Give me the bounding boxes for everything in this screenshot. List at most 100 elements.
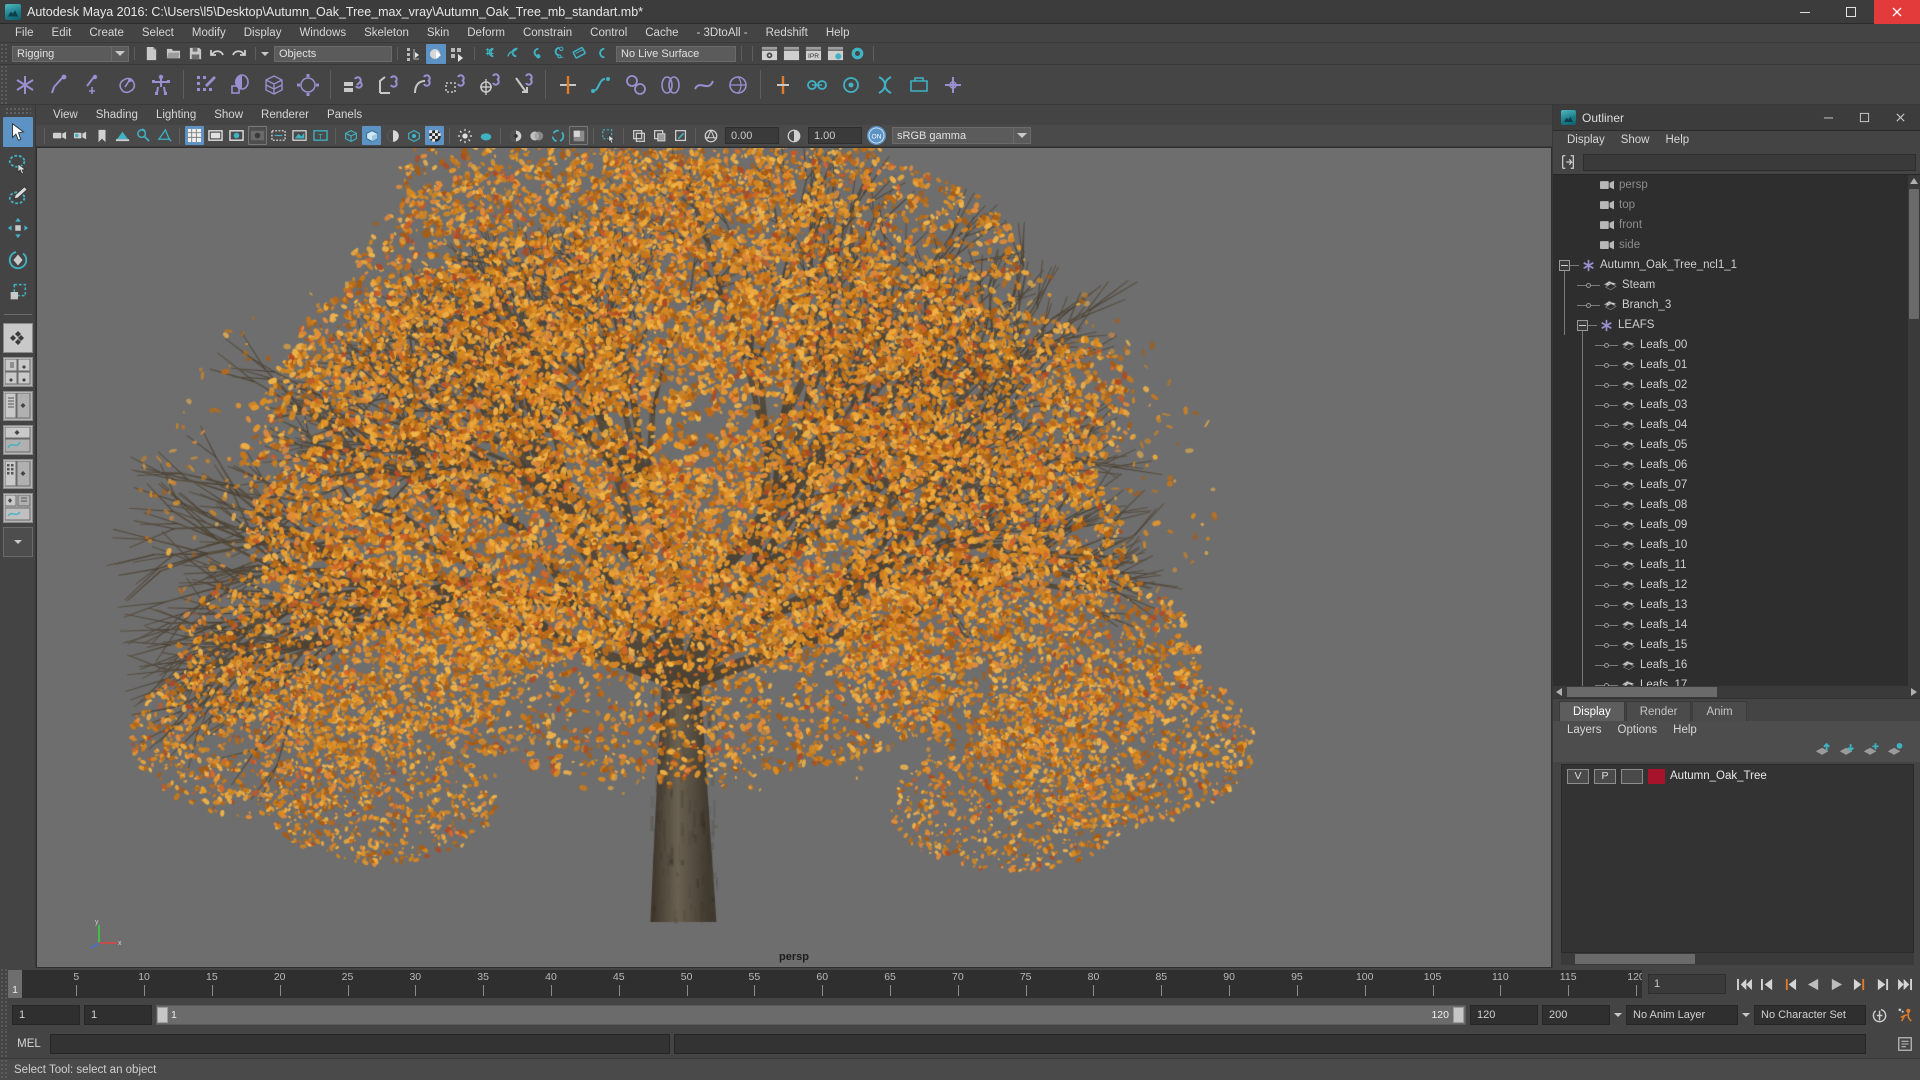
grid-icon[interactable] — [185, 126, 204, 145]
outliner-item[interactable]: front — [1553, 215, 1908, 235]
menu-file[interactable]: File — [6, 24, 43, 43]
smooth-shade-icon[interactable] — [362, 126, 381, 145]
viewport-menu-show[interactable]: Show — [205, 105, 252, 125]
current-frame-field[interactable]: 1 — [1648, 974, 1726, 994]
gamma-icon[interactable] — [784, 126, 803, 145]
menu-cache[interactable]: Cache — [636, 24, 687, 43]
wrap-deformer-icon[interactable] — [723, 70, 753, 100]
film-gate-icon[interactable] — [206, 126, 225, 145]
undo-icon[interactable] — [207, 44, 227, 64]
step-forward-keyframe-icon[interactable] — [1872, 974, 1893, 995]
pole-vector-icon[interactable] — [508, 70, 538, 100]
select-tool[interactable] — [2, 117, 33, 147]
outliner-item[interactable]: Steam — [1553, 275, 1908, 295]
outliner-item[interactable]: Leafs_00 — [1553, 335, 1908, 355]
snap-to-grid-icon[interactable] — [481, 44, 501, 64]
motion-blur-icon[interactable] — [527, 126, 546, 145]
help-line-grip[interactable] — [0, 1059, 8, 1080]
range-slider[interactable]: 1 120 — [156, 1005, 1466, 1025]
menu-set-dropdown-arrow[interactable] — [112, 45, 129, 62]
shadows-icon[interactable] — [476, 126, 495, 145]
menu-edit[interactable]: Edit — [43, 24, 81, 43]
point-constraint-icon[interactable] — [372, 70, 402, 100]
insert-joint-icon[interactable] — [44, 70, 74, 100]
xray-active-components-icon[interactable] — [671, 126, 690, 145]
scrollbar-thumb[interactable] — [1567, 687, 1717, 697]
oriented-bounding-box-icon[interactable] — [155, 126, 174, 145]
command-line-grip[interactable] — [0, 1030, 8, 1058]
play-forwards-icon[interactable] — [1826, 974, 1847, 995]
lasso-select-tool[interactable] — [3, 149, 33, 179]
menu-modify[interactable]: Modify — [183, 24, 235, 43]
single-perspective-layout[interactable] — [2, 323, 33, 353]
script-editor-icon[interactable] — [1894, 1034, 1916, 1054]
snap-to-point-icon[interactable] — [525, 44, 545, 64]
skeleton-icon[interactable] — [146, 70, 176, 100]
outliner-menu-help[interactable]: Help — [1658, 131, 1698, 150]
menu-control[interactable]: Control — [581, 24, 636, 43]
persp-graph-layout[interactable] — [2, 425, 33, 455]
blend-shape-icon[interactable] — [655, 70, 685, 100]
outliner-item[interactable]: side — [1553, 235, 1908, 255]
more-layouts[interactable] — [2, 527, 33, 557]
outliner-horizontal-scrollbar[interactable] — [1553, 686, 1920, 698]
new-scene-icon[interactable] — [141, 44, 161, 64]
animation-end-time-field[interactable]: 200 — [1542, 1005, 1610, 1025]
outliner-item[interactable]: Leafs_16 — [1553, 655, 1908, 675]
paint-skin-weights-icon[interactable] — [191, 70, 221, 100]
menu-skin[interactable]: Skin — [418, 24, 458, 43]
outliner-item[interactable]: persp — [1553, 175, 1908, 195]
menu-windows[interactable]: Windows — [290, 24, 355, 43]
outliner-item[interactable]: Leafs_13 — [1553, 595, 1908, 615]
menu-select[interactable]: Select — [133, 24, 183, 43]
move-tool[interactable] — [3, 213, 33, 243]
xray-joints-icon[interactable] — [650, 126, 669, 145]
textured-icon[interactable] — [425, 126, 444, 145]
sculpt-deformer-icon[interactable] — [768, 70, 798, 100]
outliner-item[interactable]: Leafs_10 — [1553, 535, 1908, 555]
layer-menu-options[interactable]: Options — [1610, 721, 1666, 740]
multisample-anti-aliasing-icon[interactable] — [548, 126, 567, 145]
wireframe-icon[interactable] — [341, 126, 360, 145]
shelf-grip[interactable] — [0, 65, 8, 104]
maximize-icon[interactable] — [1828, 0, 1874, 24]
view-transform-dropdown-arrow[interactable] — [1014, 127, 1031, 144]
outliner-item[interactable]: Leafs_04 — [1553, 415, 1908, 435]
outliner-menu-display[interactable]: Display — [1559, 131, 1613, 150]
layer-menu-help[interactable]: Help — [1665, 721, 1705, 740]
resolution-gate-icon[interactable] — [227, 126, 246, 145]
soft-modification-icon[interactable] — [836, 70, 866, 100]
bookmark-icon[interactable] — [92, 126, 111, 145]
close-icon[interactable] — [1882, 106, 1918, 130]
step-back-keyframe-icon[interactable] — [1757, 974, 1778, 995]
title-safe-icon[interactable]: T — [311, 126, 330, 145]
set-driven-key-icon[interactable] — [621, 70, 651, 100]
open-scene-icon[interactable] — [163, 44, 183, 64]
color-management-toggle[interactable]: ON — [867, 126, 886, 145]
flat-shade-icon[interactable] — [383, 126, 402, 145]
snap-to-view-plane-icon[interactable] — [569, 44, 589, 64]
outliner-menu-show[interactable]: Show — [1613, 131, 1658, 150]
snap-to-curve-icon[interactable] — [503, 44, 523, 64]
outliner-tree[interactable]: persp top front side Autumn_Oak_Tree_ncl1_1 S… — [1553, 174, 1920, 698]
character-set-field[interactable]: No Character Set — [1754, 1005, 1866, 1025]
shrink-wrap-icon[interactable] — [904, 70, 934, 100]
minimize-icon[interactable] — [1810, 106, 1846, 130]
menu-constrain[interactable]: Constrain — [514, 24, 581, 43]
rotate-tool[interactable] — [3, 245, 33, 275]
depth-of-field-icon[interactable] — [569, 126, 588, 145]
viewport-menu-shading[interactable]: Shading — [87, 105, 147, 125]
wire-deformer-icon[interactable] — [689, 70, 719, 100]
image-plane-icon[interactable] — [113, 126, 132, 145]
layer-list-scrollbar[interactable] — [1561, 953, 1914, 965]
render-sequence-icon[interactable] — [781, 44, 801, 64]
view-transform-field[interactable]: sRGB gamma — [892, 127, 1014, 144]
new-layer-icon[interactable] — [1862, 742, 1880, 760]
range-handle-right[interactable] — [1453, 1007, 1464, 1023]
connect-joint-icon[interactable] — [112, 70, 142, 100]
menu-skeleton[interactable]: Skeleton — [355, 24, 418, 43]
outliner-item[interactable]: Leafs_03 — [1553, 395, 1908, 415]
tree-collapse-toggle[interactable] — [1577, 319, 1588, 331]
screen-space-ao-icon[interactable] — [506, 126, 525, 145]
ik-handle-icon[interactable] — [553, 70, 583, 100]
